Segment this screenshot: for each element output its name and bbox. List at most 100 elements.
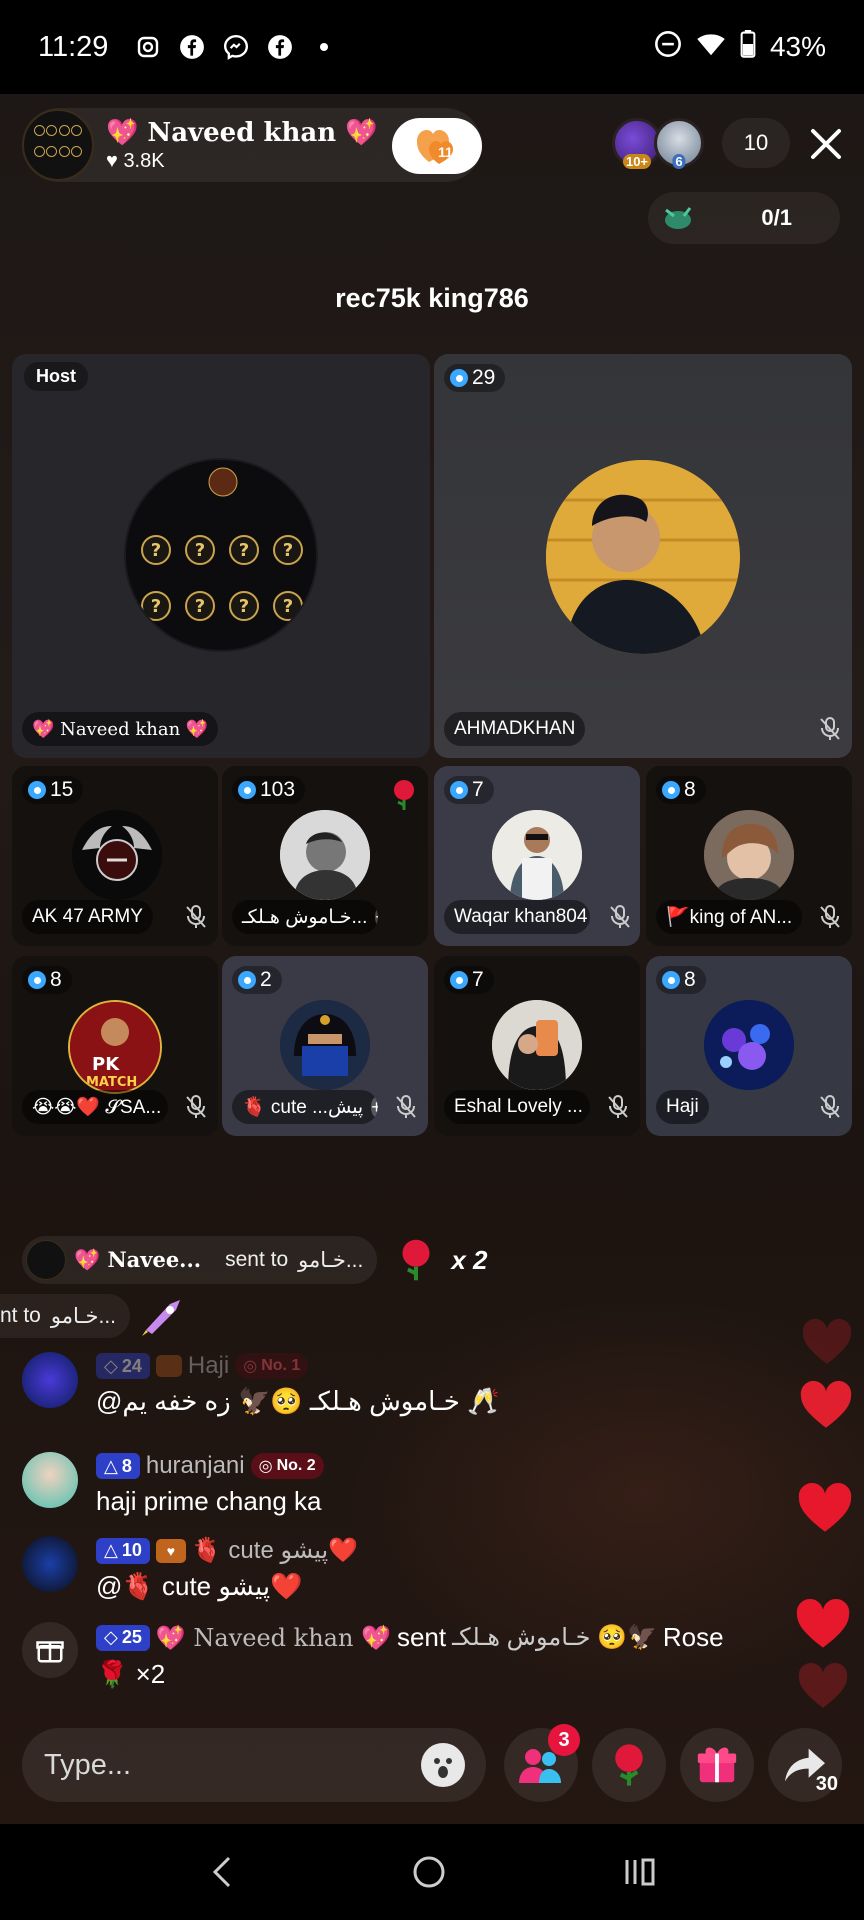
viewer-avatar[interactable]: 6 (654, 118, 704, 169)
seat-waqar[interactable]: 7 Waqar khan804 (434, 766, 640, 946)
level-badge: 8 (22, 966, 72, 994)
waqar-avatar[interactable] (492, 810, 582, 900)
chat-header: △ 10 ♥ 🫀 cute پیشو❤️ (96, 1536, 358, 1565)
gift-sender: 💖 Navee... (74, 1247, 202, 1272)
emoji-icon[interactable] (421, 1743, 465, 1787)
rose-gift-button[interactable] (592, 1728, 666, 1802)
chat-username[interactable]: 🫀 cute پیشو❤️ (192, 1536, 358, 1565)
seat-name: AHMADKHAN (444, 712, 586, 746)
level-value: 7 (472, 778, 484, 801)
mic-muted-icon (820, 717, 840, 740)
facebook-icon (266, 33, 294, 61)
chat-text: haji prime chang ka (96, 1486, 322, 1516)
chat-input-box[interactable] (22, 1728, 486, 1802)
rose-icon (394, 780, 414, 810)
floating-heart-icon (798, 1482, 852, 1532)
floating-heart-icon (798, 1662, 848, 1708)
room-title: rec75k king786 (335, 283, 529, 313)
seat-ak47-army[interactable]: 15 AK 47 ARMY (12, 766, 218, 946)
seat-count: 0/1 (761, 205, 792, 230)
seat-host[interactable]: Host ???? ???? 💖 Naveed khan 💖 (12, 354, 430, 758)
level-value: 2 (260, 968, 272, 991)
svg-text:PK: PK (92, 1054, 120, 1075)
top-viewers[interactable]: 10+ 6 10 (612, 118, 790, 169)
host-avatar[interactable] (22, 109, 94, 181)
chat-input[interactable] (44, 1748, 421, 1782)
level-value: 8 (684, 778, 696, 801)
level-badge: ◇ 25 (96, 1624, 150, 1651)
friends-badge: 3 (548, 1724, 580, 1756)
chat-avatar[interactable] (22, 1452, 78, 1508)
chat-username[interactable]: huranjani (146, 1452, 245, 1480)
viewer-count[interactable]: 10 (722, 118, 790, 168)
haji-avatar[interactable] (704, 1000, 794, 1090)
level-value: 25 (121, 1627, 142, 1647)
gift-target: خـامو... (50, 1304, 117, 1328)
gift-sent-to: nt to (0, 1304, 41, 1327)
seat-khamosh[interactable]: 103 خـاموش هـلکـ... + (222, 766, 428, 946)
chat-username[interactable]: Haji (188, 1352, 229, 1380)
rose-icon (402, 1239, 430, 1281)
seat-eshal[interactable]: 7 Eshal Lovely ... (434, 956, 640, 1136)
ak47-avatar[interactable] (72, 810, 162, 900)
cute-avatar[interactable] (280, 1000, 370, 1090)
chat-message[interactable]: △ 10 ♥ 🫀 cute پیشو❤️ @🫀 cute پیشو❤️ (22, 1536, 358, 1602)
gift-button[interactable] (680, 1728, 754, 1802)
chat-text: @🫀 cute پیشو❤️ (96, 1571, 303, 1601)
gift-sender-avatar (26, 1240, 66, 1280)
level-badge: 8 (656, 776, 706, 804)
chat-header: △ 8 huranjani ◎ No. 2 (96, 1452, 324, 1480)
gift-multiplier: x 2 (451, 1244, 488, 1275)
status-time: 11:29 (38, 30, 109, 63)
gift-sender[interactable]: 💖 Naveed khan 💖 (156, 1624, 391, 1652)
seat-counter[interactable]: 0/1 (648, 192, 840, 244)
follow-plus-icon[interactable]: + (371, 1097, 378, 1117)
chat-avatar[interactable] (22, 1536, 78, 1592)
eshal-avatar[interactable] (492, 1000, 582, 1090)
chat-message[interactable]: ◇ 24 Haji ◎ No. 1 @خـاموش هـلکـ 🥺🦅 زه خف… (22, 1352, 499, 1417)
host-likes-count: 3.8K (123, 149, 165, 172)
rocket-gift-icon (142, 1300, 181, 1336)
level-badge: 7 (444, 776, 494, 804)
seat-pk-match[interactable]: 8 PK MATCH 😭😭❤️ 𝓢SA... (12, 956, 218, 1136)
seat-icon (665, 207, 692, 229)
seat-king-of-an[interactable]: 8 🚩king of AN... (646, 766, 852, 946)
level-badge: 29 (444, 364, 506, 392)
viewer-badge: 10+ (622, 154, 652, 169)
close-icon[interactable] (804, 122, 848, 166)
home-icon[interactable] (411, 1854, 447, 1890)
host-label: Host (24, 362, 88, 391)
svg-text:?: ? (151, 540, 161, 561)
follow-button[interactable]: 11 (392, 118, 482, 174)
host-seat-avatar[interactable]: ???? ???? (124, 458, 318, 652)
chat-avatar[interactable] (22, 1352, 78, 1408)
seat-name-text: 😭😭❤️ 𝓢SA... (32, 1097, 162, 1118)
gift-sent-to: sent to (225, 1248, 289, 1271)
mic-muted-icon (610, 905, 630, 928)
floating-heart-icon (800, 1380, 852, 1428)
floating-heart-icon (796, 1598, 850, 1648)
follow-plus-icon[interactable]: + (375, 907, 378, 927)
recents-icon[interactable] (621, 1854, 657, 1890)
seat-ahmadkhan[interactable]: 29 AHMADKHAN (434, 354, 852, 758)
seat-haji[interactable]: 8 Haji (646, 956, 852, 1136)
share-button[interactable]: 30 (768, 1728, 842, 1802)
chat-gift-message[interactable]: ◇ 25 💖 Naveed khan 💖 sent خـاموش هـلکـ 🥺… (22, 1622, 724, 1690)
chat-message[interactable]: △ 8 huranjani ◎ No. 2 haji prime chang k… (22, 1452, 324, 1517)
seat-name: AK 47 ARMY (22, 900, 153, 934)
kingof-avatar[interactable] (704, 810, 794, 900)
friends-button[interactable]: 3 (504, 1724, 580, 1802)
gift-verb: sent (396, 1622, 447, 1652)
svg-text:?: ? (195, 596, 205, 617)
ahmadkhan-avatar[interactable] (546, 460, 740, 654)
seat-cute[interactable]: 2 🫀 cute ...پیش + (222, 956, 428, 1136)
khamosh-avatar[interactable] (280, 810, 370, 900)
gift-box-icon[interactable] (22, 1622, 78, 1678)
seat-name-text: Eshal Lovely ... (454, 1096, 583, 1117)
mic-muted-icon (186, 905, 206, 928)
share-count: 30 (815, 1773, 838, 1795)
medal-text: No. 2 (276, 1457, 316, 1474)
back-icon[interactable] (207, 1854, 237, 1890)
pk-avatar[interactable]: PK MATCH (68, 1000, 162, 1094)
mic-muted-icon (396, 1095, 416, 1118)
